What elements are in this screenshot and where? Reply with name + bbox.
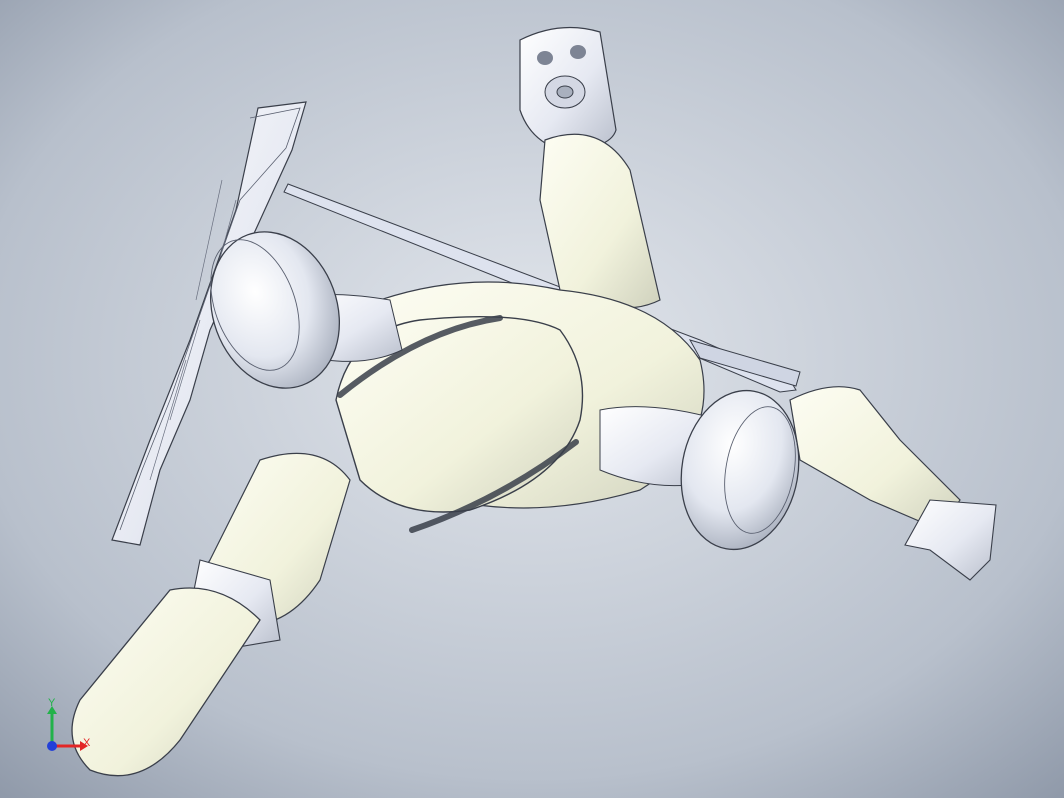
y-axis-label: Y xyxy=(48,697,56,709)
coordinate-triad: X Y xyxy=(38,696,108,766)
x-axis-label: X xyxy=(83,737,91,749)
cad-viewport[interactable]: X Y xyxy=(0,0,1064,798)
model-render[interactable] xyxy=(0,0,1064,798)
z-axis-dot xyxy=(47,741,57,751)
